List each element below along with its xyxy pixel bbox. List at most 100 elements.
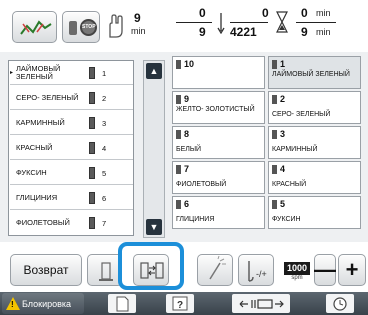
stitch-count-unit: min bbox=[131, 26, 146, 36]
list-item[interactable]: ФУКСИН 5 bbox=[10, 161, 133, 185]
color-done: 0 bbox=[199, 6, 206, 20]
list-item[interactable]: КРАСНЫЙ 4 bbox=[10, 136, 133, 160]
thread-cross-button[interactable] bbox=[12, 11, 57, 43]
tension-icon: -/+ bbox=[248, 261, 267, 282]
grid-cell[interactable]: 2 СЕРО- ЗЕЛЕНЫЙ bbox=[268, 91, 361, 124]
speed-display: 1000 spm bbox=[284, 262, 310, 284]
time-fraction-line bbox=[296, 22, 336, 23]
speed-minus-button[interactable]: — bbox=[314, 254, 336, 286]
needle-icon bbox=[217, 13, 225, 34]
grid-cell[interactable]: 6 ГЛИЦИНИЯ bbox=[172, 196, 265, 229]
status-bar: STOP 9 min 0 9 0 4221 0 min 9 min bbox=[0, 0, 368, 52]
back-button[interactable]: Возврат bbox=[10, 254, 82, 286]
time-total: 9 bbox=[301, 25, 308, 39]
svg-text:-/+: -/+ bbox=[256, 269, 267, 279]
list-item[interactable]: ФИОЛЕТОВЫЙ 7 bbox=[10, 211, 133, 235]
cell-color-name: СЕРО- ЗЕЛЕНЫЙ bbox=[272, 111, 331, 118]
cell-number: 3 bbox=[280, 129, 286, 139]
color-name: СЕРО- ЗЕЛЕНЫЙ bbox=[16, 93, 79, 102]
stop-icon: STOP bbox=[80, 19, 97, 36]
cell-color-name: ФУКСИН bbox=[272, 216, 301, 223]
cell-color-name: КАРМИННЫЙ bbox=[272, 146, 318, 153]
color-name: ГЛИЦИНИЯ bbox=[16, 193, 58, 202]
spool-icon bbox=[89, 167, 95, 179]
grid-cell[interactable]: 4 КРАСНЫЙ bbox=[268, 161, 361, 194]
color-index: 3 bbox=[102, 119, 107, 128]
spool-icon bbox=[176, 165, 181, 174]
speed-value: 1000 bbox=[284, 262, 310, 275]
grid-cell[interactable]: 8 БЕЛЫЙ bbox=[172, 126, 265, 159]
color-index: 4 bbox=[102, 144, 107, 153]
cell-color-name: КРАСНЫЙ bbox=[272, 181, 307, 188]
spool-icon bbox=[176, 200, 181, 209]
color-order-list[interactable]: ЛАЙМОВЫЙ ЗЕЛЕНЫЙ 1 СЕРО- ЗЕЛЕНЫЙ 2 КАРМИ… bbox=[8, 60, 134, 236]
stitch-count: 9 bbox=[134, 11, 141, 25]
spool-icon bbox=[272, 95, 277, 104]
cell-number: 8 bbox=[184, 129, 190, 139]
speed-plus-button[interactable]: + bbox=[338, 254, 366, 286]
help-button[interactable]: ? bbox=[166, 294, 194, 313]
color-name: ЛАЙМОВЫЙ ЗЕЛЕНЫЙ bbox=[10, 61, 84, 85]
grid-cell[interactable]: 10 bbox=[172, 56, 265, 89]
color-sort-icon bbox=[140, 262, 164, 279]
spool-icon bbox=[89, 67, 95, 79]
time-total-unit: min bbox=[316, 27, 331, 37]
thread-cross-icon bbox=[20, 20, 52, 35]
cell-number: 4 bbox=[280, 164, 286, 174]
cell-number: 9 bbox=[184, 94, 190, 104]
cell-number: 1 bbox=[280, 59, 286, 69]
scroll-down-button[interactable]: ▼ bbox=[146, 219, 162, 235]
settings-button[interactable] bbox=[326, 294, 354, 313]
spool-icon bbox=[176, 60, 181, 69]
color-name: ФИОЛЕТОВЫЙ bbox=[16, 218, 70, 227]
cell-color-name: ГЛИЦИНИЯ bbox=[176, 216, 215, 223]
color-index: 6 bbox=[102, 194, 107, 203]
hourglass-icon bbox=[276, 11, 288, 33]
color-index: 1 bbox=[102, 69, 107, 78]
spool-icon bbox=[272, 60, 277, 69]
frame-move-icon bbox=[239, 299, 284, 309]
cell-number: 10 bbox=[184, 59, 195, 69]
lock-button[interactable]: ! Блокировка bbox=[2, 293, 84, 314]
cell-color-name: ЛАЙМОВЫЙ ЗЕЛЕНЫЙ bbox=[272, 71, 350, 78]
grid-cell[interactable]: 1 ЛАЙМОВЫЙ ЗЕЛЕНЫЙ bbox=[268, 56, 361, 89]
grid-cell[interactable]: 3 КАРМИННЫЙ bbox=[268, 126, 361, 159]
grid-cell[interactable]: 7 ФИОЛЕТОВЫЙ bbox=[172, 161, 265, 194]
spool-icon bbox=[89, 192, 95, 204]
frame-move-button[interactable] bbox=[232, 294, 290, 313]
grid-cell[interactable]: 9 ЖЕЛТО- ЗОЛОТИСТЫЙ bbox=[172, 91, 265, 124]
color-fraction-line bbox=[176, 22, 212, 23]
color-index: 7 bbox=[102, 219, 107, 228]
stop-button[interactable]: STOP bbox=[62, 11, 100, 43]
spool-icon bbox=[89, 217, 95, 229]
list-item[interactable]: КАРМИННЫЙ 3 bbox=[10, 111, 133, 135]
color-index: 5 bbox=[102, 169, 107, 178]
cell-number: 2 bbox=[280, 94, 286, 104]
color-sort-button[interactable] bbox=[133, 254, 169, 286]
cell-color-name: БЕЛЫЙ bbox=[176, 146, 202, 153]
help-icon: ? bbox=[172, 296, 188, 311]
needle-light-button[interactable] bbox=[197, 254, 233, 286]
stitch-fraction-line bbox=[230, 22, 268, 23]
list-item[interactable]: ЛАЙМОВЫЙ ЗЕЛЕНЫЙ 1 bbox=[10, 61, 133, 85]
scroll-up-button[interactable]: ▲ bbox=[146, 63, 162, 79]
color-index: 2 bbox=[102, 94, 107, 103]
svg-text:?: ? bbox=[177, 300, 183, 311]
list-item[interactable]: СЕРО- ЗЕЛЕНЫЙ 2 bbox=[10, 86, 133, 110]
time-done-unit: min bbox=[316, 8, 331, 18]
tension-adjust-button[interactable]: -/+ bbox=[238, 254, 274, 286]
hand-icon bbox=[109, 14, 123, 38]
spool-icon bbox=[69, 21, 77, 35]
grid-cell[interactable]: 5 ФУКСИН bbox=[268, 196, 361, 229]
spool-icon bbox=[89, 117, 95, 129]
needle-light-icon bbox=[209, 255, 226, 280]
list-item[interactable]: ГЛИЦИНИЯ 6 bbox=[10, 186, 133, 210]
cell-number: 7 bbox=[184, 164, 190, 174]
cell-color-name: ЖЕЛТО- ЗОЛОТИСТЫЙ bbox=[176, 106, 255, 113]
cell-number: 5 bbox=[280, 199, 286, 209]
spool-icon bbox=[89, 142, 95, 154]
list-scrollbar[interactable]: ▲ ▼ bbox=[143, 60, 165, 238]
spool-icon bbox=[272, 165, 277, 174]
spool-icon bbox=[176, 95, 181, 104]
document-button[interactable] bbox=[108, 294, 136, 313]
